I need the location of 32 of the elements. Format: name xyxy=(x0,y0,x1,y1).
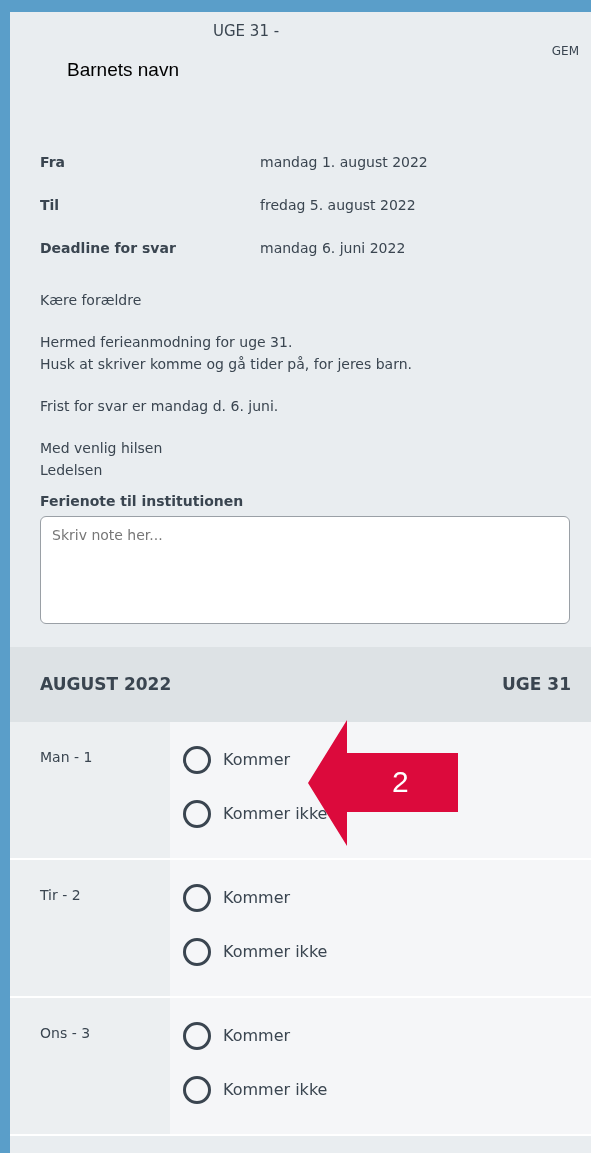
radio-option[interactable]: Kommer ikke xyxy=(183,1076,591,1104)
note-field[interactable]: Skriv note her... xyxy=(40,516,570,624)
day-label: Tir - 2 xyxy=(40,887,81,903)
radio-option[interactable]: Kommer ikke xyxy=(183,800,591,828)
field-value: mandag 1. august 2022 xyxy=(260,153,428,172)
callout-number: 2 xyxy=(392,764,409,800)
message-paragraph: Frist for svar er mandag d. 6. juni. xyxy=(40,397,280,416)
radio-option[interactable]: Kommer ikke xyxy=(183,938,591,966)
radio-button[interactable] xyxy=(183,746,211,774)
note-label: Ferienote til institutionen xyxy=(40,492,245,511)
message-paragraph: Kære forældre xyxy=(40,291,143,310)
radio-button[interactable] xyxy=(183,938,211,966)
month-label: AUGUST 2022 xyxy=(40,672,172,696)
message-paragraph: Med venlig hilsen Ledelsen xyxy=(40,439,164,480)
day-label: Ons - 3 xyxy=(40,1025,91,1041)
radio-button[interactable] xyxy=(183,1076,211,1104)
radio-option[interactable]: Kommer xyxy=(183,1022,591,1050)
field-label: Deadline for svar xyxy=(40,239,177,258)
week-label: UGE 31 xyxy=(502,672,571,696)
message-paragraph: Hermed ferieanmodning for uge 31. Husk at skriver komme og gå tider på, for jeres barn. xyxy=(40,333,413,374)
save-button[interactable]: GEM xyxy=(551,42,579,60)
day-label: Man - 1 xyxy=(40,749,93,765)
radio-option[interactable]: Kommer xyxy=(183,884,591,912)
field-label: Til xyxy=(40,196,61,215)
page-title: UGE 31 - xyxy=(213,21,280,42)
radio-button[interactable] xyxy=(183,1022,211,1050)
radio-button[interactable] xyxy=(183,884,211,912)
field-value: mandag 6. juni 2022 xyxy=(260,239,406,258)
child-name: Barnets navn xyxy=(67,58,179,82)
field-value: fredag 5. august 2022 xyxy=(260,196,416,215)
radio-button[interactable] xyxy=(183,800,211,828)
field-label: Fra xyxy=(40,153,67,172)
